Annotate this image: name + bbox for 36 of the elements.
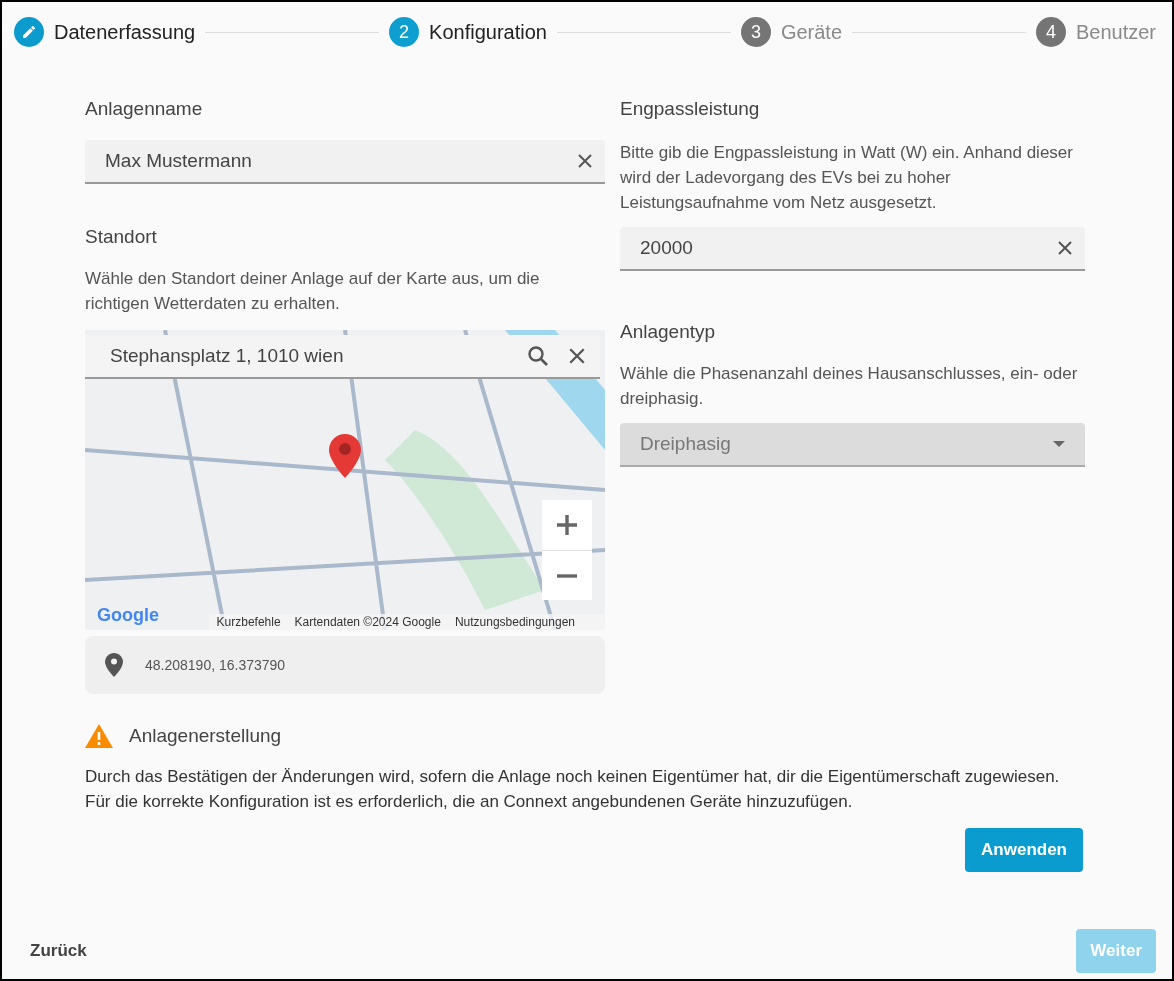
- notice-text: Durch das Bestätigen der Änderungen wird, sofern die Anlage noch keinen Eigentümer hat, dir die Eigentümerschaft zugewiesen. Für die korrekte Konfiguration ist es erforderlich, die an Connext angebundenen Geräte hinzuzufügen.: [85, 766, 1061, 813]
- map-attribution-link[interactable]: Kurzbefehle: [216, 615, 281, 629]
- coordinates-text: 48.208190, 16.373790: [145, 657, 286, 673]
- section-title: Anlagentyp: [620, 321, 717, 343]
- location-pin-icon: [105, 653, 123, 677]
- map-attribution-link[interactable]: Kartendaten ©2024 Google: [294, 615, 441, 629]
- map-pin-icon: [329, 434, 361, 478]
- section-title: Standort: [85, 226, 158, 248]
- back-button[interactable]: Zurück: [28, 931, 89, 971]
- clear-icon[interactable]: [568, 347, 586, 365]
- map-placeholder[interactable]: Stephansplatz 1, 1010 wien Google Kurzbefehle Kartendaten ©2024 Google Nutzungsbedingungen: [85, 330, 605, 630]
- map-search-field[interactable]: Stephansplatz 1, 1010 wien: [85, 335, 600, 379]
- step-number: 3: [740, 17, 771, 47]
- caret-icon: [1053, 441, 1065, 447]
- warning-icon: [85, 724, 113, 748]
- step-number: 2: [389, 17, 420, 47]
- search-icon[interactable]: [526, 344, 550, 368]
- step-label: Benutzer: [1075, 20, 1156, 44]
- power-field[interactable]: 20000: [620, 227, 1085, 271]
- name-field[interactable]: Max Mustermann: [85, 140, 605, 184]
- map-attribution-link[interactable]: Nutzungsbedingungen: [454, 615, 575, 629]
- plus-icon: [555, 513, 579, 537]
- description: Wähle die Phasenanzahl deines Hausanschlusses, ein- oder dreiphasig.: [620, 363, 1079, 410]
- description: Bitte gib die Engpassleistung in Watt (W) ein. Anhand dieser wird der Ladevorgang des EVs bei zu hoher Leistungsaufnahme vom Netz ausgesetzt.: [620, 142, 1074, 214]
- clear-icon[interactable]: [1057, 240, 1073, 256]
- clear-icon[interactable]: [577, 153, 593, 169]
- step-label: Geräte: [780, 20, 843, 44]
- notice-title: Anlagenerstellung: [129, 725, 282, 747]
- section-title: Engpassleistung: [620, 98, 761, 120]
- description: Wähle den Standort deiner Anlage auf der Karte aus, um die richtigen Wetterdaten zu erhalten.: [85, 268, 541, 315]
- step-number: 4: [1035, 17, 1066, 47]
- map-logo: Google: [97, 605, 159, 626]
- step-label: Datenerfassung: [54, 20, 196, 44]
- section-title: Anlagenname: [85, 98, 204, 120]
- step-label: Konfiguration: [429, 20, 547, 44]
- minus-icon: [557, 573, 577, 578]
